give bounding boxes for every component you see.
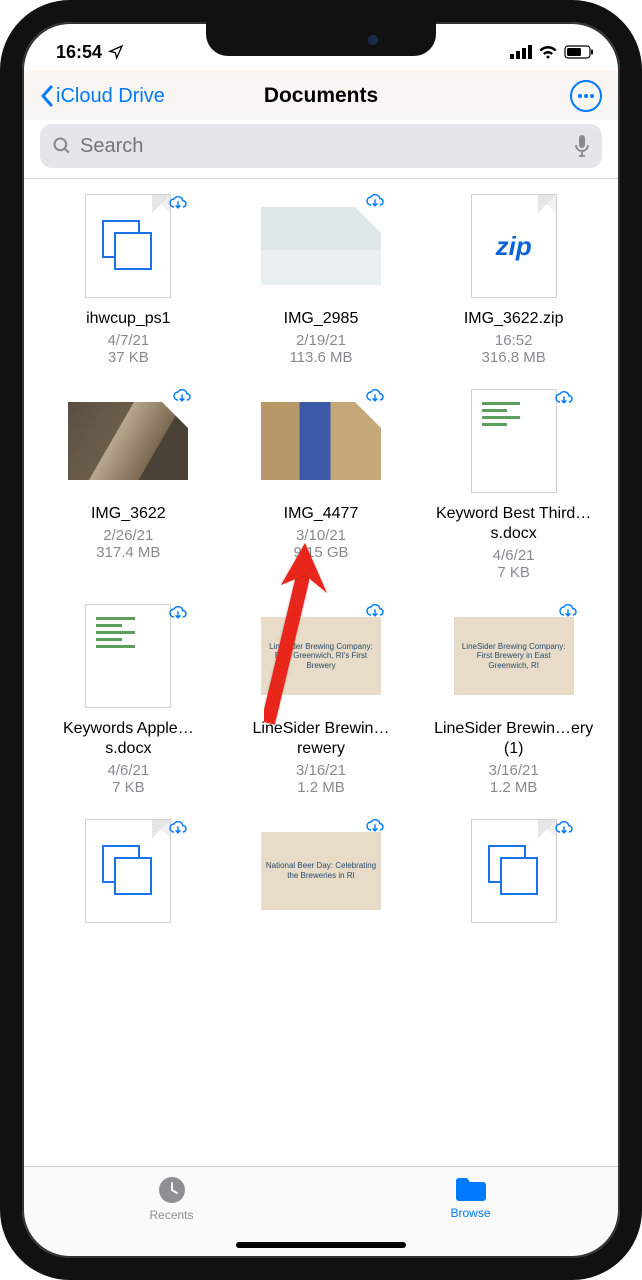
- cloud-download-icon: [365, 818, 385, 839]
- cellular-icon: [510, 45, 532, 59]
- file-item[interactable]: [36, 816, 221, 934]
- file-name: IMG_3622: [91, 504, 166, 524]
- cloud-download-icon: [365, 193, 385, 214]
- status-time: 16:54: [56, 42, 102, 63]
- file-size: 9.15 GB: [293, 544, 348, 561]
- file-item[interactable]: LineSider Brewing Company: East Greenwic…: [229, 601, 414, 796]
- nav-bar: iCloud Drive Documents: [22, 70, 620, 120]
- document-copy-icon: [488, 845, 540, 897]
- file-size: 7 KB: [112, 779, 145, 796]
- cloud-download-icon: [554, 390, 574, 411]
- ellipsis-icon: [577, 93, 595, 99]
- search-bar[interactable]: [40, 124, 602, 168]
- file-size: 113.6 MB: [289, 349, 352, 366]
- image-thumbnail: [261, 402, 381, 480]
- file-item[interactable]: LineSider Brewing Company: First Brewery…: [421, 601, 606, 796]
- file-size: 317.4 MB: [96, 544, 160, 561]
- file-item[interactable]: Keywords Apple…s.docx 4/6/21 7 KB: [36, 601, 221, 796]
- cloud-download-icon: [554, 820, 574, 841]
- cloud-download-icon: [365, 603, 385, 624]
- image-thumbnail: [261, 207, 381, 285]
- file-date: 3/10/21: [296, 527, 346, 544]
- file-size: 316.8 MB: [482, 349, 546, 366]
- file-item[interactable]: IMG_4477 3/10/21 9.15 GB: [229, 386, 414, 581]
- folder-icon: [454, 1175, 488, 1203]
- file-name: LineSider Brewin…rewery: [241, 719, 401, 759]
- home-indicator[interactable]: [236, 1242, 406, 1248]
- battery-icon: [564, 45, 594, 59]
- file-size: 1.2 MB: [297, 779, 345, 796]
- document-thumbnail: [85, 604, 171, 708]
- cloud-download-icon: [558, 603, 578, 624]
- tab-label: Browse: [450, 1206, 490, 1220]
- document-copy-icon: [102, 845, 154, 897]
- file-name: Keyword Best Third…s.docx: [434, 504, 594, 544]
- file-size: 7 KB: [497, 564, 530, 581]
- cloud-download-icon: [172, 388, 192, 409]
- file-date: 3/16/21: [296, 762, 346, 779]
- file-name: IMG_2985: [284, 309, 359, 329]
- location-icon: [108, 44, 124, 60]
- back-button[interactable]: iCloud Drive: [40, 85, 165, 108]
- file-item[interactable]: IMG_3622 2/26/21 317.4 MB: [36, 386, 221, 581]
- clock-icon: [157, 1175, 187, 1205]
- chevron-left-icon: [40, 85, 54, 107]
- image-thumbnail: LineSider Brewing Company: First Brewery…: [454, 617, 574, 695]
- document-thumbnail: [471, 389, 557, 493]
- file-name: Keywords Apple…s.docx: [48, 719, 208, 759]
- search-icon: [52, 136, 72, 156]
- file-name: IMG_4477: [284, 504, 359, 524]
- document-copy-icon: [102, 220, 154, 272]
- wifi-icon: [538, 45, 558, 59]
- cloud-download-icon: [168, 605, 188, 626]
- file-item[interactable]: zip IMG_3622.zip 16:52 316.8 MB: [421, 191, 606, 366]
- file-item[interactable]: [421, 816, 606, 934]
- cloud-download-icon: [365, 388, 385, 409]
- file-item[interactable]: Keyword Best Third…s.docx 4/6/21 7 KB: [421, 386, 606, 581]
- image-thumbnail: National Beer Day: Celebrating the Brewe…: [261, 832, 381, 910]
- search-input[interactable]: [80, 135, 566, 158]
- file-size: 37 KB: [108, 349, 149, 366]
- file-name: IMG_3622.zip: [464, 309, 564, 329]
- file-item[interactable]: National Beer Day: Celebrating the Brewe…: [229, 816, 414, 934]
- file-size: 1.2 MB: [490, 779, 538, 796]
- file-name: LineSider Brewin…ery (1): [434, 719, 594, 759]
- image-thumbnail: [68, 402, 188, 480]
- file-name: ihwcup_ps1: [86, 309, 171, 329]
- file-item[interactable]: ihwcup_ps1 4/7/21 37 KB: [36, 191, 221, 366]
- image-thumbnail: LineSider Brewing Company: East Greenwic…: [261, 617, 381, 695]
- zip-icon: zip: [496, 231, 532, 262]
- more-button[interactable]: [570, 80, 602, 112]
- file-date: 3/16/21: [489, 762, 539, 779]
- file-date: 2/26/21: [103, 527, 153, 544]
- file-date: 4/6/21: [493, 547, 535, 564]
- file-item[interactable]: IMG_2985 2/19/21 113.6 MB: [229, 191, 414, 366]
- file-date: 16:52: [495, 332, 533, 349]
- file-date: 2/19/21: [296, 332, 346, 349]
- tab-label: Recents: [149, 1208, 193, 1222]
- back-label: iCloud Drive: [56, 85, 165, 108]
- cloud-download-icon: [168, 195, 188, 216]
- cloud-download-icon: [168, 820, 188, 841]
- file-date: 4/6/21: [107, 762, 149, 779]
- file-date: 4/7/21: [107, 332, 149, 349]
- file-grid: ihwcup_ps1 4/7/21 37 KB IMG_2985 2/19/21…: [22, 179, 620, 1166]
- mic-icon[interactable]: [574, 135, 590, 157]
